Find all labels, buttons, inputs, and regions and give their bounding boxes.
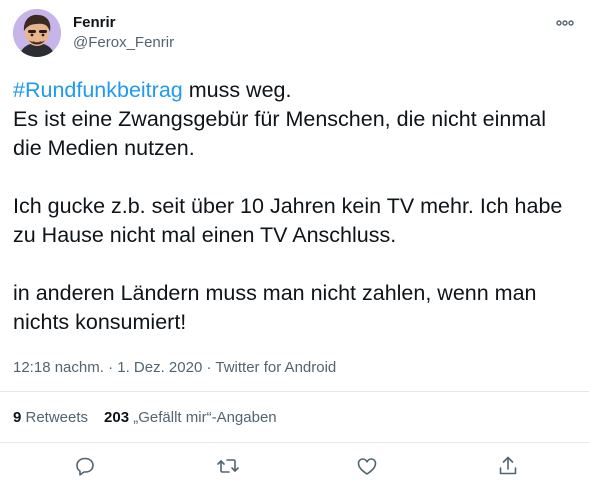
- divider: [0, 442, 589, 443]
- author-block: Fenrir @Ferox_Fenrir: [73, 14, 174, 53]
- tweet-line-1-rest: muss weg.: [182, 78, 292, 102]
- reply-button[interactable]: [73, 454, 97, 478]
- hashtag-link[interactable]: #Rundfunkbeitrag: [13, 78, 183, 102]
- retweet-button[interactable]: [216, 454, 240, 478]
- share-button[interactable]: [496, 454, 520, 478]
- tweet-date[interactable]: 1. Dez. 2020: [117, 359, 202, 376]
- tweet-paragraph-3: in anderen Ländern muss man nicht zahlen…: [13, 281, 537, 334]
- tweet-actions: [0, 452, 589, 482]
- tweet-text: #Rundfunkbeitrag muss weg. Es ist eine Zw…: [13, 76, 578, 337]
- share-icon: [499, 456, 517, 475]
- likes-stat[interactable]: 203 „Gefällt mir“-Angaben: [104, 409, 277, 426]
- reply-icon: [76, 457, 94, 476]
- divider: [0, 391, 589, 392]
- tweet-meta: 12:18 nachm. · 1. Dez. 2020 · Twitter fo…: [13, 358, 336, 378]
- tweet-time[interactable]: 12:18 nachm.: [13, 359, 104, 376]
- likes-count: 203: [104, 409, 130, 426]
- meta-separator: ·: [103, 359, 118, 376]
- tweet-line-2: Es ist eine Zwangsgebür für Menschen, di…: [13, 107, 546, 160]
- meta-separator: ·: [202, 359, 216, 376]
- retweet-icon: [217, 459, 239, 473]
- more-icon: [556, 20, 574, 26]
- tweet-paragraph-2: Ich gucke z.b. seit über 10 Jahren kein …: [13, 194, 563, 247]
- author-display-name[interactable]: Fenrir: [73, 14, 174, 32]
- like-icon: [357, 458, 377, 475]
- author-handle[interactable]: @Ferox_Fenrir: [73, 33, 174, 53]
- avatar-image: [13, 9, 61, 57]
- retweets-stat[interactable]: 9 Retweets: [13, 409, 88, 426]
- like-button[interactable]: [355, 454, 379, 478]
- avatar[interactable]: [13, 9, 61, 57]
- likes-label: „Gefällt mir“-Angaben: [129, 409, 277, 426]
- tweet-stats: 9 Retweets 203 „Gefällt mir“-Angaben: [13, 408, 293, 428]
- tweet-paragraph-1: #Rundfunkbeitrag muss weg. Es ist eine Zw…: [13, 76, 578, 163]
- retweets-label: Retweets: [21, 409, 89, 426]
- more-options-button[interactable]: [553, 14, 577, 32]
- tweet-card: Fenrir @Ferox_Fenrir #Rundfunkbeitrag mu…: [0, 0, 589, 491]
- tweet-source[interactable]: Twitter for Android: [215, 359, 336, 376]
